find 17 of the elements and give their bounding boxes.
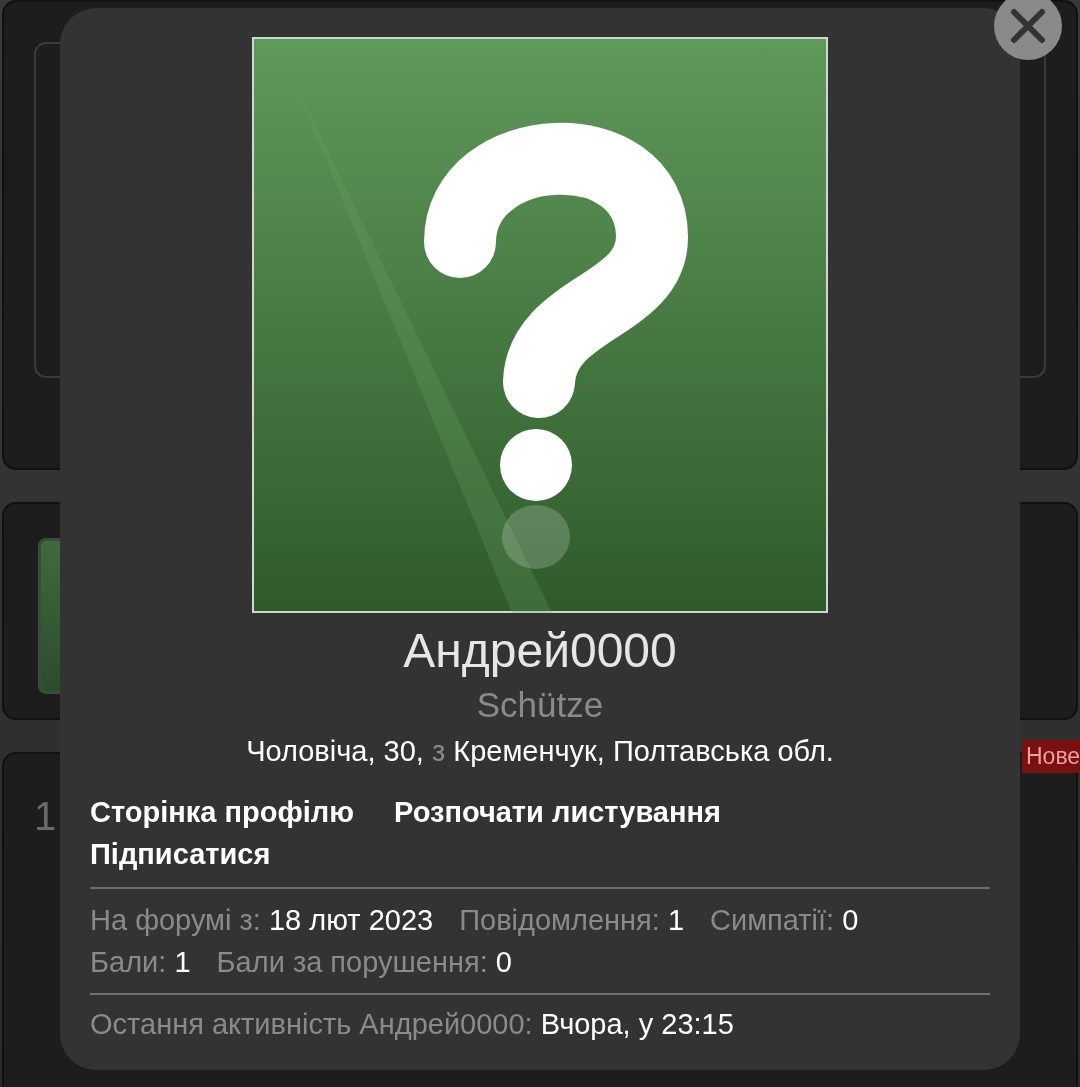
user-title: Schütze <box>476 684 604 726</box>
stat-item: Повідомлення: 1 <box>459 903 684 938</box>
stat-item: Бали за порушення: 0 <box>216 945 512 980</box>
user-info: Чоловіча, 30, з Кременчук, Полтавська обл. <box>246 734 834 769</box>
close-button[interactable] <box>994 0 1062 60</box>
username: Андрей0000 <box>403 623 677 679</box>
profile-link[interactable]: Розпочати листування <box>394 791 721 833</box>
profile-link[interactable]: Сторінка профілю <box>90 791 355 833</box>
stat-item: На форумі з: 18 лют 2023 <box>90 903 434 938</box>
profile-link[interactable]: Підписатися <box>90 833 271 875</box>
question-mark-avatar-icon <box>252 37 828 613</box>
new-badge: Нове <box>1022 740 1080 773</box>
stat-item: Симпатії: 0 <box>710 903 859 938</box>
counter-text: 1 <box>34 794 57 838</box>
stat-item: Бали: 1 <box>90 945 191 980</box>
close-icon <box>1010 8 1046 44</box>
last-activity: Остання активність Андрей0000: Вчора, у 23:15 <box>90 1007 734 1042</box>
